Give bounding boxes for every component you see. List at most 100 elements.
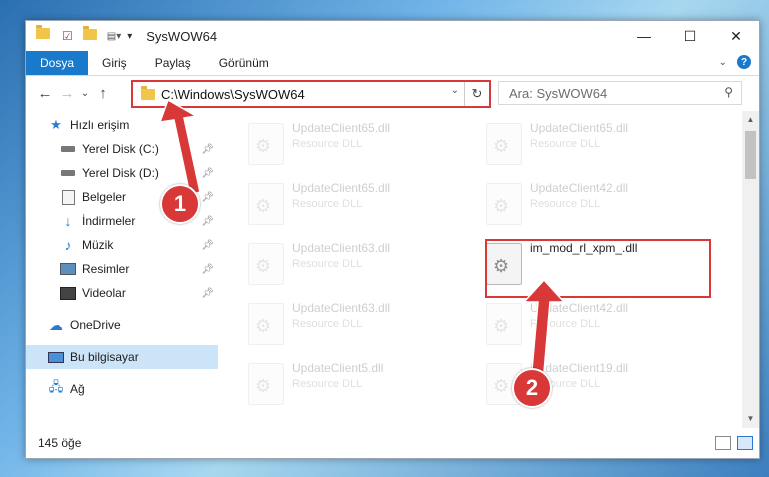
file-name: UpdateClient42.dll bbox=[530, 181, 629, 195]
network-icon: 🖧︎ bbox=[48, 379, 64, 394]
scrollbar-thumb[interactable] bbox=[745, 131, 756, 179]
sidebar-item-network[interactable]: 🖧︎ Ağ bbox=[26, 377, 218, 401]
up-arrow-icon[interactable]: ↑ bbox=[92, 85, 114, 102]
details-view-icon[interactable] bbox=[715, 436, 731, 450]
file-list: UpdateClient65.dll Resource DLL UpdateCli… bbox=[218, 111, 759, 428]
title-bar: ☑ ▤▾ ▾ SysWOW64 — ☐ ✕ bbox=[26, 21, 759, 51]
drive-icon bbox=[60, 142, 76, 156]
sidebar-item-label: Yerel Disk (C:) bbox=[82, 142, 159, 156]
file-item[interactable]: UpdateClient63.dll Resource DLL bbox=[248, 239, 468, 289]
file-item[interactable]: UpdateClient42.dll Resource DLL bbox=[486, 179, 706, 229]
forward-arrow-icon[interactable]: → bbox=[56, 85, 78, 102]
pin-icon: 📌︎ bbox=[201, 239, 214, 251]
search-input[interactable]: Ara: SysWOW64 ⚲ bbox=[498, 81, 742, 105]
file-name: UpdateClient65.dll bbox=[292, 121, 391, 135]
annotation-arrow-2 bbox=[522, 280, 565, 373]
vertical-scrollbar[interactable]: ▲ ▼ bbox=[742, 111, 759, 428]
sidebar-item-onedrive[interactable]: ☁ OneDrive bbox=[26, 313, 218, 337]
help-button[interactable]: ? bbox=[737, 55, 751, 69]
file-item[interactable]: UpdateClient65.dll Resource DLL bbox=[248, 179, 468, 229]
dll-file-icon bbox=[486, 183, 522, 225]
maximize-button[interactable]: ☐ bbox=[667, 21, 713, 51]
back-arrow-icon[interactable]: ← bbox=[34, 85, 56, 102]
tab-home[interactable]: Giriş bbox=[88, 51, 141, 75]
sidebar-item-label: Müzik bbox=[82, 238, 114, 252]
status-bar: 145 öğe bbox=[26, 428, 759, 458]
search-placeholder: Ara: SysWOW64 bbox=[509, 85, 608, 101]
recent-locations-icon[interactable]: ⌄ bbox=[78, 88, 92, 99]
address-dropdown-icon[interactable]: ⌄ bbox=[451, 85, 459, 96]
file-item[interactable]: UpdateClient65.dll Resource DLL bbox=[486, 119, 706, 169]
file-description: Resource DLL bbox=[292, 318, 363, 330]
file-name: UpdateClient5.dll bbox=[292, 361, 384, 375]
file-name: UpdateClient65.dll bbox=[292, 181, 391, 195]
file-description: Resource DLL bbox=[292, 378, 363, 390]
sidebar-item-videos[interactable]: Videolar 📌︎ bbox=[26, 281, 218, 305]
file-name: UpdateClient63.dll bbox=[292, 241, 391, 255]
file-item[interactable]: UpdateClient65.dll Resource DLL bbox=[248, 119, 468, 169]
customize-toolbar-icon[interactable]: ▤▾ bbox=[107, 31, 121, 42]
pin-icon: 📌︎ bbox=[201, 215, 214, 227]
folder-icon bbox=[36, 25, 52, 44]
sidebar-item-label: Ağ bbox=[70, 382, 85, 396]
music-icon: ♪ bbox=[64, 237, 72, 253]
scroll-up-icon[interactable]: ▲ bbox=[742, 113, 759, 127]
file-description: Resource DLL bbox=[530, 198, 601, 210]
sidebar-item-label: Belgeler bbox=[82, 190, 127, 204]
properties-icon[interactable]: ☑ bbox=[62, 29, 73, 43]
quick-access-dropdown-icon[interactable]: ▾ bbox=[127, 31, 132, 42]
folder-icon bbox=[141, 85, 155, 100]
file-item[interactable]: UpdateClient63.dll Resource DLL bbox=[248, 299, 468, 349]
tab-share[interactable]: Paylaş bbox=[141, 51, 205, 75]
tab-view[interactable]: Görünüm bbox=[205, 51, 283, 75]
sidebar-item-label: Hızlı erişim bbox=[70, 118, 130, 132]
window-title: SysWOW64 bbox=[146, 28, 218, 44]
sidebar-item-pictures[interactable]: Resimler 📌︎ bbox=[26, 257, 218, 281]
minimize-button[interactable]: — bbox=[621, 21, 667, 51]
item-count: 145 öğe bbox=[38, 436, 82, 450]
dll-file-icon bbox=[248, 243, 284, 285]
explorer-window: ☑ ▤▾ ▾ SysWOW64 — ☐ ✕ Dosya Giriş Paylaş… bbox=[25, 20, 760, 459]
dll-file-icon bbox=[248, 183, 284, 225]
search-icon: ⚲ bbox=[724, 85, 733, 99]
file-name: UpdateClient63.dll bbox=[292, 301, 391, 315]
file-description: Resource DLL bbox=[292, 258, 363, 270]
scroll-down-icon[interactable]: ▼ bbox=[742, 412, 759, 426]
sidebar-item-label: Resimler bbox=[82, 262, 130, 276]
pictures-icon bbox=[60, 262, 76, 276]
star-icon: ★ bbox=[50, 117, 62, 132]
download-icon: ↓ bbox=[64, 213, 72, 229]
pin-icon: 📌︎ bbox=[201, 263, 214, 275]
close-button[interactable]: ✕ bbox=[713, 21, 759, 51]
step-1-badge: 1 bbox=[160, 184, 200, 224]
dll-file-icon bbox=[248, 123, 284, 165]
tab-file[interactable]: Dosya bbox=[26, 51, 89, 75]
computer-icon bbox=[48, 350, 64, 364]
dll-file-icon bbox=[248, 303, 284, 345]
sidebar-item-this-pc[interactable]: Bu bilgisayar bbox=[26, 345, 218, 369]
sidebar-item-music[interactable]: ♪ Müzik 📌︎ bbox=[26, 233, 218, 257]
file-item[interactable]: UpdateClient42.dllResource DLL bbox=[486, 299, 706, 349]
navigation-bar: ← → ⌄ ↑ C:\Windows\SysWOW64 ⌄ ↻ Ara: Sys… bbox=[26, 76, 759, 110]
sidebar-item-label: Videolar bbox=[82, 286, 126, 300]
documents-icon bbox=[60, 189, 76, 205]
video-icon bbox=[60, 286, 76, 300]
dll-file-icon bbox=[486, 123, 522, 165]
sidebar-item-label: Yerel Disk (D:) bbox=[82, 166, 159, 180]
refresh-icon[interactable]: ↻ bbox=[464, 82, 489, 106]
large-icons-view-icon[interactable] bbox=[737, 436, 753, 450]
cloud-icon: ☁ bbox=[49, 316, 63, 333]
chevron-down-icon[interactable]: ⌄ bbox=[719, 57, 727, 68]
highlight-box-file bbox=[485, 239, 711, 298]
sidebar-item-label: OneDrive bbox=[70, 318, 121, 332]
dll-file-icon bbox=[486, 303, 522, 345]
file-description: Resource DLL bbox=[292, 198, 363, 210]
drive-icon bbox=[60, 166, 76, 180]
file-name: UpdateClient65.dll bbox=[530, 121, 629, 135]
file-description: Resource DLL bbox=[530, 138, 601, 150]
file-description: Resource DLL bbox=[292, 138, 363, 150]
pin-icon: 📌︎ bbox=[201, 287, 214, 299]
file-item[interactable]: UpdateClient5.dll Resource DLL bbox=[248, 359, 468, 409]
new-folder-icon[interactable] bbox=[82, 26, 97, 43]
dll-file-icon bbox=[248, 363, 284, 405]
